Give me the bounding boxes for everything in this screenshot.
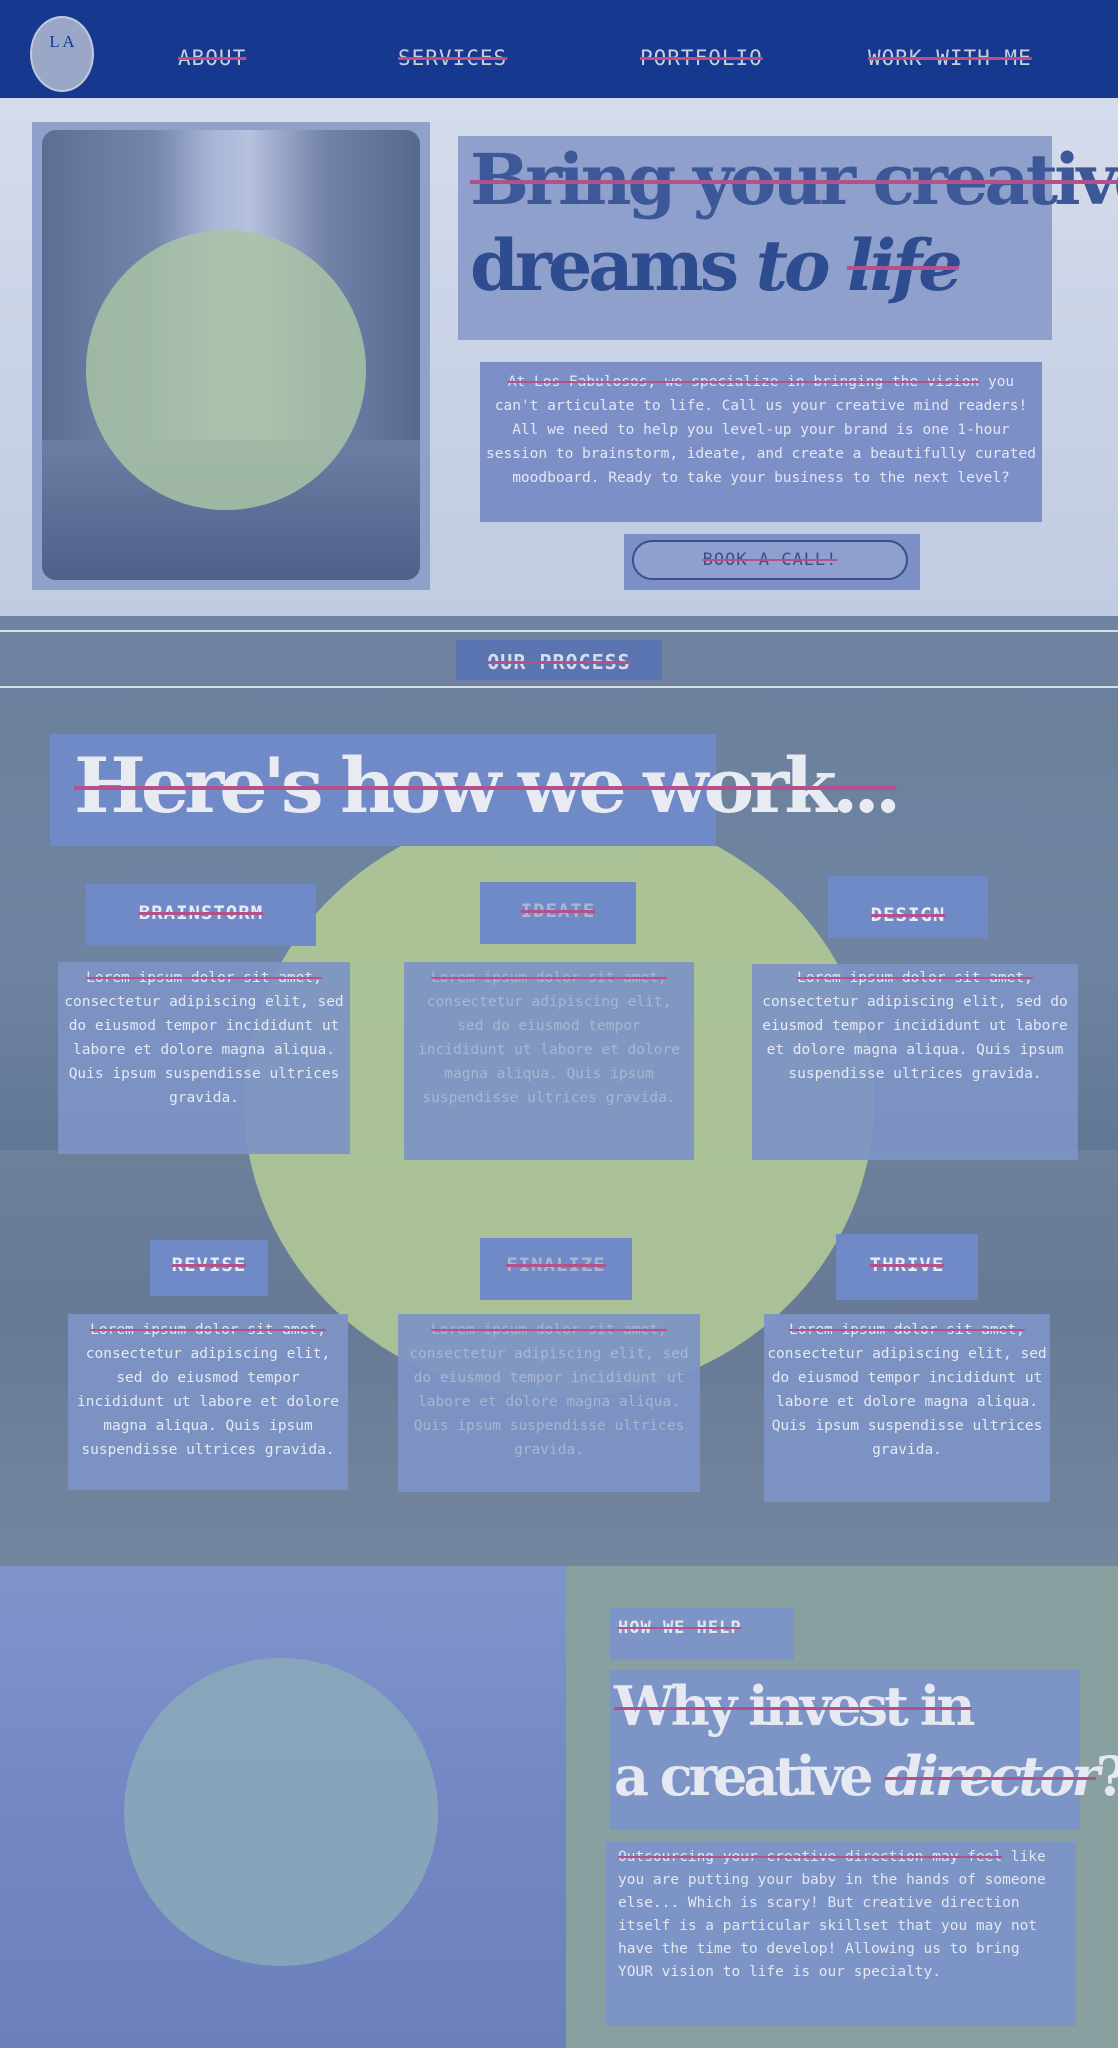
step-body-revise: Lorem ipsum dolor sit amet, consectetur … [70,1318,346,1462]
step-title-brainstorm: BRAINSTORM [138,902,264,924]
intro-text: At Los Fabulosos, we specialize in bring… [486,370,1036,490]
help-body-first: Outsourcing your creative direction may … [618,1849,1003,1865]
divider-top [0,630,1118,632]
divider-bottom [0,686,1118,688]
step-body-rest: consectetur adipiscing elit, sed do eius… [77,1346,339,1458]
help-body-rest: like you are putting your baby in the ha… [618,1849,1046,1980]
step-body-rest: consectetur adipiscing elit, sed do eius… [64,994,344,1106]
step-body-first: Lorem ipsum dolor sit amet, [86,970,322,986]
help-title-line1: Why invest in [614,1674,976,1738]
process-title: Here's how we work... [74,741,901,830]
help-photo-circle [124,1658,438,1966]
step-title-finalize: FINALIZE [506,1254,606,1276]
step-body-rest: consectetur adipiscing elit, sed do eius… [767,1346,1047,1458]
hero-headline-line2: dreams to life [470,224,963,307]
help-body: Outsourcing your creative direction may … [618,1846,1062,1984]
logo[interactable]: L A [30,16,94,92]
intro-rest: you can't articulate to life. Call us yo… [486,374,1036,486]
nav-services[interactable]: SERVICES [398,46,507,70]
step-body-first: Lorem ipsum dolor sit amet, [431,1322,667,1338]
step-body-rest: consectetur adipiscing elit, sed do eius… [762,994,1068,1082]
step-body-ideate: Lorem ipsum dolor sit amet, consectetur … [410,966,688,1110]
help-title-director: director [884,1744,1099,1808]
step-title-revise: REVISE [171,1254,247,1276]
nav-work-with-me[interactable]: WORK WITH ME [868,46,1032,70]
headline-dreams: dreams [470,224,756,307]
intro-first-line: At Los Fabulosos, we specialize in bring… [507,374,980,390]
step-body-rest: consectetur adipiscing elit, sed do eius… [418,994,680,1106]
hero-headline-line1: Bring your creative [470,138,1118,221]
help-title-a-creative: a creative [614,1744,885,1808]
step-body-first: Lorem ipsum dolor sit amet, [797,970,1033,986]
step-body-rest: consectetur adipiscing elit, sed do eius… [409,1346,689,1458]
help-label: HOW WE HELP [618,1618,742,1638]
step-title-thrive: THRIVE [869,1254,945,1276]
step-body-first: Lorem ipsum dolor sit amet, [789,1322,1025,1338]
help-title-line2: a creative director? [614,1740,1118,1812]
step-body-design: Lorem ipsum dolor sit amet, consectetur … [762,966,1068,1086]
logo-letters: L A [49,32,75,51]
step-body-thrive: Lorem ipsum dolor sit amet, consectetur … [766,1318,1048,1462]
step-body-finalize: Lorem ipsum dolor sit amet, consectetur … [404,1318,694,1462]
step-title-ideate: IDEATE [520,900,596,922]
headline-life: life [846,224,963,307]
process-label: OUR PROCESS [487,650,631,674]
step-body-first: Lorem ipsum dolor sit amet, [90,1322,326,1338]
nav-about[interactable]: ABOUT [178,46,246,70]
help-title-question: ? [1096,1744,1118,1808]
nav-portfolio[interactable]: PORTFOLIO [640,46,763,70]
step-body-first: Lorem ipsum dolor sit amet, [431,970,667,986]
book-call-button[interactable]: BOOK A CALL! [632,540,908,580]
step-title-design: DESIGN [870,904,946,926]
headline-to: to [755,224,847,307]
step-body-brainstorm: Lorem ipsum dolor sit amet, consectetur … [64,966,344,1110]
hero-photo-circle [86,230,366,510]
